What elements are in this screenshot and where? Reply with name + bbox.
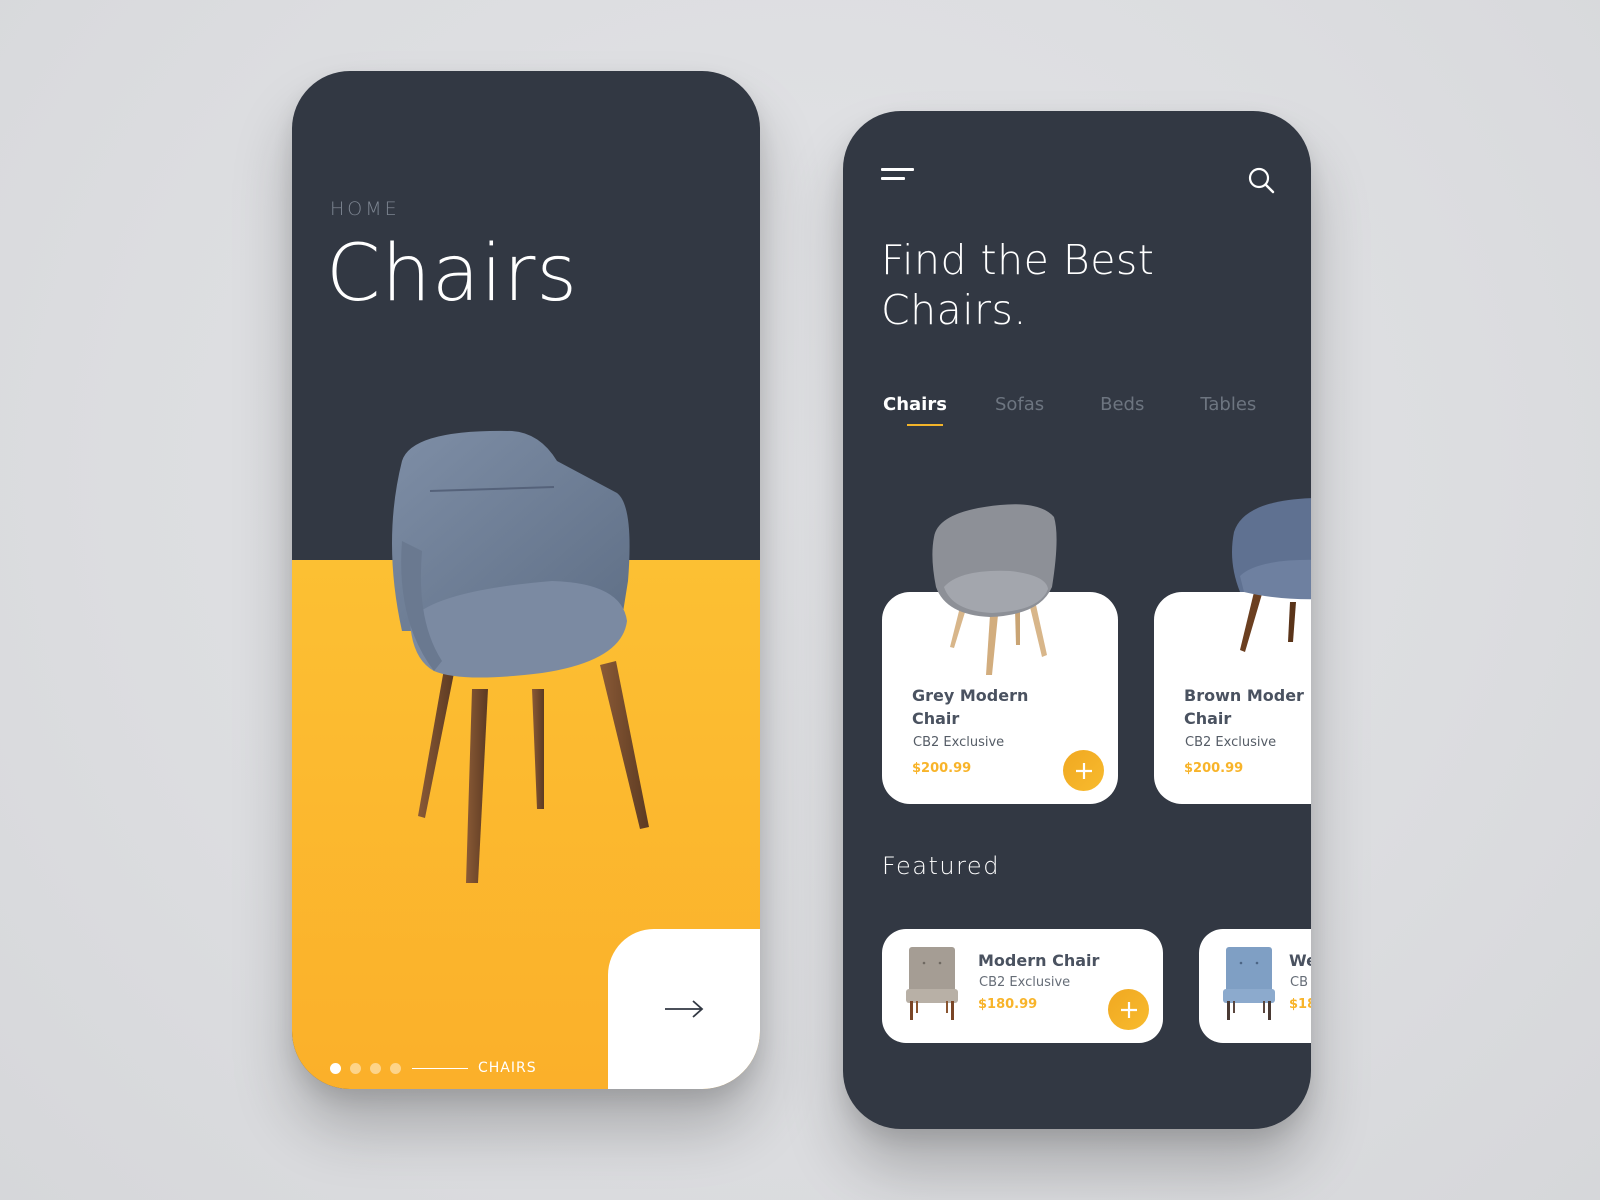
product-price: $200.99 [912, 761, 972, 776]
breadcrumb: HOME [330, 198, 400, 220]
add-to-cart-button[interactable] [1063, 750, 1104, 791]
category-tabs: Chairs Sofas Beds Tables [883, 394, 1304, 426]
pagination-dot-1[interactable] [330, 1062, 341, 1074]
blue-chair-image [1232, 498, 1311, 652]
featured-brand: CB [1290, 975, 1308, 990]
hamburger-menu-icon-bar [881, 177, 905, 180]
blue-chair-image [1223, 947, 1275, 1020]
arrow-right-icon [665, 1000, 704, 1018]
product-name-line-2: Chair [912, 709, 960, 728]
featured-brand: CB2 Exclusive [979, 975, 1071, 990]
page-title: Chairs [326, 229, 579, 319]
featured-name: Modern Chair [978, 951, 1100, 970]
pagination-dot-2[interactable] [350, 1062, 361, 1074]
next-button[interactable] [608, 929, 760, 1089]
plus-icon [1120, 1001, 1137, 1018]
catalog-screen: Find the Best Chairs. Chairs Sofas Beds … [843, 111, 1311, 1129]
tab-sofas[interactable]: Sofas [995, 394, 1044, 415]
hero-chair-image [392, 430, 649, 883]
onboarding-screen: HOME Chairs CHAIRS [292, 71, 760, 1089]
product-card[interactable]: Brown Moder Chair CB2 Exclusive $200.99 [1154, 498, 1311, 804]
search-icon[interactable] [1247, 166, 1275, 194]
product-brand: CB2 Exclusive [1185, 735, 1277, 750]
tab-beds[interactable]: Beds [1100, 394, 1144, 415]
tab-tables[interactable]: Tables [1200, 394, 1256, 415]
featured-section-title: Featured [882, 852, 1000, 880]
featured-item[interactable]: We CB $18 [1199, 929, 1311, 1043]
pagination-label: CHAIRS [478, 1060, 537, 1076]
featured-price: $18 [1289, 997, 1311, 1012]
featured-item[interactable]: Modern Chair CB2 Exclusive $180.99 [882, 929, 1163, 1043]
add-to-cart-button[interactable] [1108, 989, 1149, 1030]
product-name: Grey Modern Chair [912, 684, 1072, 730]
product-brand: CB2 Exclusive [913, 735, 1005, 750]
heading-line-1: Find the Best [881, 236, 1155, 284]
menu-button[interactable] [881, 166, 915, 188]
page-heading: Find the Best Chairs. [881, 235, 1261, 335]
pagination-divider [412, 1067, 468, 1069]
featured-price: $180.99 [978, 997, 1038, 1012]
heading-line-2: Chairs. [881, 286, 1027, 334]
pagination-dot-4[interactable] [390, 1062, 401, 1074]
product-name-line-2: Chair [1184, 709, 1232, 728]
pagination-dot-3[interactable] [370, 1062, 381, 1074]
product-name: Brown Moder Chair [1184, 684, 1311, 730]
featured-name: We [1289, 951, 1311, 970]
product-price: $200.99 [1184, 761, 1244, 776]
product-card[interactable]: Grey Modern Chair CB2 Exclusive $200.99 [882, 504, 1118, 804]
product-name-line-1: Brown Moder [1184, 686, 1304, 705]
grey-chair-image [932, 504, 1057, 675]
pagination: CHAIRS [330, 1060, 537, 1076]
product-name-line-1: Grey Modern [912, 686, 1029, 705]
plus-icon [1075, 762, 1092, 779]
hamburger-menu-icon [881, 168, 914, 171]
beige-chair-image [906, 947, 958, 1020]
tab-chairs[interactable]: Chairs [883, 394, 947, 426]
